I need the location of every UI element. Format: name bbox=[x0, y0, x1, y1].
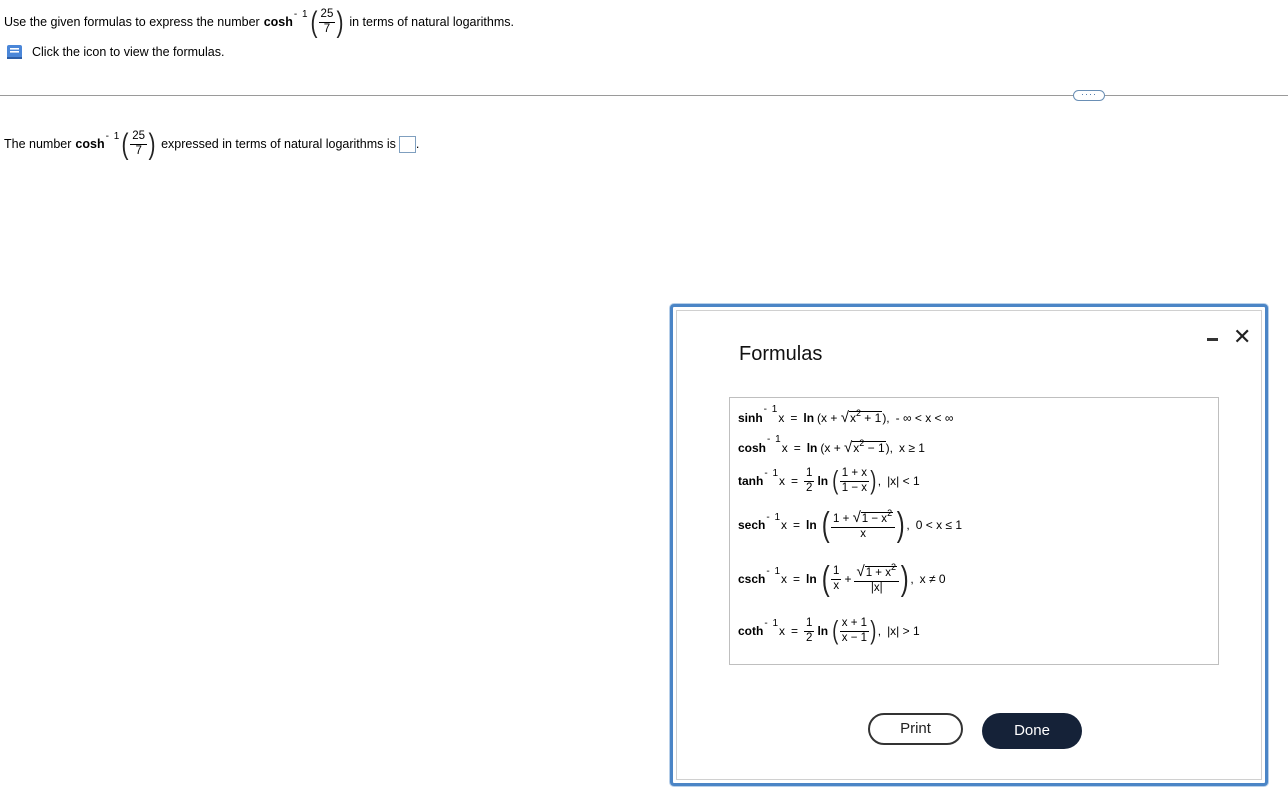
formula-var: x bbox=[781, 572, 788, 587]
formula-row: sinh - 1 x = ln (x + √ x2 + 1), - ∞ < x <… bbox=[738, 404, 954, 426]
formula-exp: - 1 bbox=[767, 434, 782, 445]
question-suffix: in terms of natural logarithms. bbox=[349, 15, 514, 29]
formula-fraction: 1x bbox=[831, 565, 842, 592]
ln-label: ln bbox=[806, 440, 818, 455]
formula-row: cosh - 1 x = ln (x + √ x2 − 1), x ≥ 1 bbox=[738, 434, 925, 456]
right-paren: ) bbox=[148, 127, 156, 161]
formula-table: sinh - 1 x = ln (x + √ x2 + 1), - ∞ < x <… bbox=[729, 397, 1219, 665]
answer-suffix: expressed in terms of natural logarithms… bbox=[161, 137, 396, 151]
formula-row: csch - 1 x = ln ( 1x + √ 1 + x2 |x| ), x ≠… bbox=[738, 560, 946, 598]
formula-condition: |x| > 1 bbox=[887, 624, 920, 638]
ln-label: ln bbox=[806, 572, 817, 587]
formula-fn: coth bbox=[738, 624, 764, 638]
formula-expr: (x + √ x2 + 1), bbox=[817, 407, 890, 426]
answer-func: cosh bbox=[75, 137, 105, 151]
question-text: Use the given formulas to express the nu… bbox=[4, 4, 514, 40]
formula-row: tanh - 1 x = 12 ln ( 1 + x1 − x ), |x| <… bbox=[738, 465, 920, 496]
formula-var: x bbox=[781, 440, 788, 455]
left-paren: ( bbox=[310, 5, 318, 39]
dialog-title: Formulas bbox=[739, 343, 823, 365]
question-prefix: Use the given formulas to express the nu… bbox=[4, 15, 260, 29]
formula-condition: x ≥ 1 bbox=[899, 440, 925, 455]
formula-exp: - 1 bbox=[764, 617, 780, 629]
formula-fraction: √ 1 + x2 |x| bbox=[854, 562, 899, 594]
formulas-dialog: Formulas ✕ sinh - 1 x = ln (x + √ x2 + 1)… bbox=[670, 304, 1268, 786]
formula-fraction: 1 + √ 1 − x2 x bbox=[831, 508, 896, 540]
formula-expr: (x + √ x2 − 1), bbox=[820, 437, 893, 456]
formula-var: x bbox=[778, 410, 785, 425]
equals-sign: = bbox=[793, 518, 801, 533]
formula-condition: - ∞ < x < ∞ bbox=[895, 410, 954, 425]
formula-fn: tanh bbox=[738, 474, 764, 488]
close-icon[interactable]: ✕ bbox=[1233, 326, 1251, 348]
formula-var: x bbox=[781, 518, 788, 533]
minimize-icon[interactable] bbox=[1205, 328, 1221, 348]
answer-prefix: The number bbox=[4, 137, 72, 151]
answer-input[interactable] bbox=[398, 135, 416, 153]
formula-exp: - 1 bbox=[766, 511, 782, 523]
formula-fn: sinh bbox=[738, 410, 763, 425]
formula-condition: |x| < 1 bbox=[887, 474, 920, 488]
ln-label: ln bbox=[817, 624, 829, 638]
answer-text: The number cosh - 1 ( 25 7 ) expressed i… bbox=[4, 125, 419, 163]
equals-sign: = bbox=[793, 440, 801, 455]
equals-sign: = bbox=[793, 572, 801, 587]
question-numerator: 25 bbox=[318, 8, 336, 23]
equals-sign: = bbox=[790, 410, 798, 425]
answer-period: . bbox=[415, 137, 420, 151]
book-icon[interactable] bbox=[6, 43, 24, 61]
formula-condition: 0 < x ≤ 1 bbox=[915, 518, 963, 533]
question-func: cosh bbox=[263, 15, 293, 29]
formula-row: sech - 1 x = ln ( 1 + √ 1 − x2 x ), 0 < x … bbox=[738, 506, 963, 544]
formulas-link[interactable]: Click the icon to view the formulas. bbox=[6, 43, 224, 61]
formula-row: coth - 1 x = 12 ln ( x + 1x − 1 ), |x| >… bbox=[738, 615, 920, 646]
formula-exp: - 1 bbox=[764, 467, 780, 479]
equals-sign: = bbox=[791, 624, 799, 638]
formulas-link-text[interactable]: Click the icon to view the formulas. bbox=[32, 45, 224, 59]
more-button[interactable]: ···· bbox=[1073, 90, 1105, 101]
answer-exponent: - 1 bbox=[105, 130, 121, 142]
formula-exp: - 1 bbox=[766, 565, 782, 577]
dialog-body: Formulas ✕ sinh - 1 x = ln (x + √ x2 + 1)… bbox=[676, 310, 1262, 780]
formula-var: x bbox=[779, 624, 786, 638]
question-exponent: - 1 bbox=[293, 8, 309, 20]
formula-var: x bbox=[779, 474, 786, 488]
answer-denominator: 7 bbox=[135, 144, 142, 157]
formula-condition: x ≠ 0 bbox=[919, 572, 946, 587]
question-fraction: 25 7 bbox=[318, 8, 336, 35]
half-fraction: 12 bbox=[804, 467, 815, 494]
ln-label: ln bbox=[806, 518, 817, 533]
formula-fraction: x + 1x − 1 bbox=[839, 617, 870, 644]
formula-fn: cosh bbox=[738, 440, 767, 455]
answer-fraction: 25 7 bbox=[130, 130, 148, 157]
question-denominator: 7 bbox=[323, 22, 331, 35]
right-paren: ) bbox=[336, 5, 344, 39]
ln-label: ln bbox=[817, 474, 829, 488]
answer-numerator: 25 bbox=[130, 130, 148, 145]
formula-exp: - 1 bbox=[763, 404, 779, 415]
formula-fn: sech bbox=[738, 518, 766, 533]
half-fraction: 12 bbox=[804, 617, 815, 644]
ln-label: ln bbox=[803, 410, 815, 425]
print-button[interactable]: Print bbox=[868, 713, 963, 745]
left-paren: ( bbox=[121, 127, 129, 161]
equals-sign: = bbox=[791, 474, 799, 488]
formula-fraction: 1 + x1 − x bbox=[839, 467, 870, 494]
done-button[interactable]: Done bbox=[982, 713, 1082, 749]
formula-fn: csch bbox=[738, 572, 766, 587]
